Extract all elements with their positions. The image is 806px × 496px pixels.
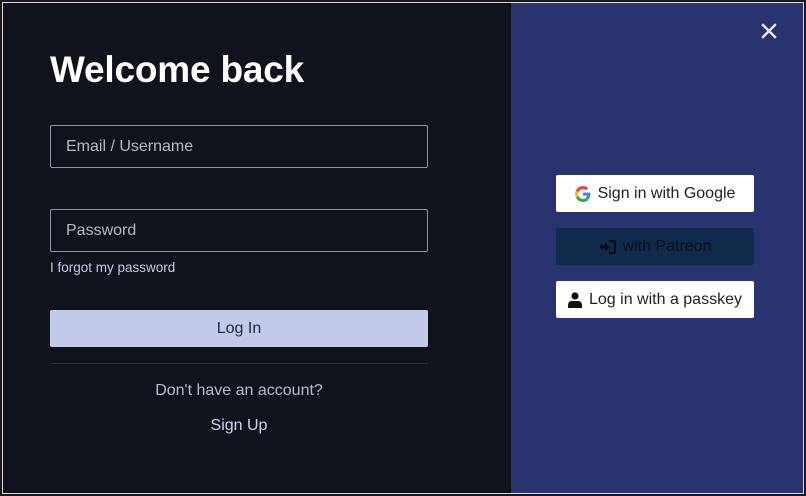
forgot-password-link[interactable]: I forgot my password [50,260,175,276]
sign-in-icon [599,239,616,254]
passkey-login-label: Log in with a passkey [589,290,742,308]
no-account-text: Don't have an account? [155,382,323,399]
login-button[interactable]: Log In [50,310,428,347]
email-username-input[interactable] [50,125,428,168]
patreon-sign-in-button[interactable]: with Patreon [556,228,754,265]
patreon-sign-in-label: with Patreon [622,237,712,255]
passkey-login-button[interactable]: Log in with a passkey [556,281,754,318]
dialog-title: Welcome back [50,49,304,90]
user-icon [568,291,582,308]
google-icon [574,185,591,202]
google-sign-in-label: Sign in with Google [597,184,736,202]
sign-up-link[interactable]: Sign Up [50,416,428,436]
password-input[interactable] [50,209,428,252]
divider [50,363,428,364]
close-icon[interactable] [760,22,778,40]
google-sign-in-button[interactable]: Sign in with Google [556,175,754,212]
